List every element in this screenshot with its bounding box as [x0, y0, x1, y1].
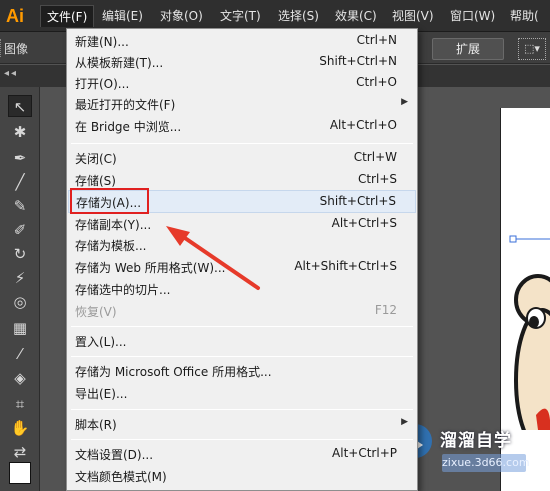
expand-button[interactable]: 扩展 — [432, 38, 504, 60]
artboard-tool-icon[interactable]: ⌗ — [8, 393, 32, 415]
bear-illustration — [509, 235, 550, 430]
eyedropper-icon[interactable]: ⁄ — [8, 343, 32, 365]
menu-object[interactable]: 对象(O) — [154, 5, 209, 27]
highlight-box — [70, 188, 149, 214]
blob-brush-icon[interactable]: ✐ — [8, 219, 32, 241]
warp-tool-icon[interactable]: ⚡ — [8, 267, 32, 289]
menu-separator — [71, 356, 413, 357]
menu-separator — [71, 439, 413, 440]
menu-item-scripts[interactable]: 脚本(R) ▶ — [68, 413, 416, 436]
watermark-url: zixue.3d66.com — [442, 454, 530, 472]
tools-panel: ↖ ✱ ✒ ╱ ✎ ✐ ↻ ⚡ ◎ ▦ ⁄ ◈ ⌗ ✋ ⇄ — [0, 87, 40, 491]
menu-type[interactable]: 文字(T) — [214, 5, 267, 27]
swap-colors-icon[interactable]: ⇄ — [8, 441, 32, 463]
watermark-title: 溜溜自学 — [440, 431, 512, 451]
collapse-arrows-icon[interactable]: ◂◂ — [4, 68, 18, 79]
menu-item-browse-bridge[interactable]: 在 Bridge 中浏览... Alt+Ctrl+O — [68, 115, 416, 138]
menu-item-save-template[interactable]: 存储为模板... — [68, 234, 416, 257]
brush-tool-icon[interactable]: ✎ — [8, 195, 32, 217]
menu-item-open[interactable]: 打开(O)... Ctrl+O — [68, 72, 416, 95]
menu-item-revert[interactable]: 恢复(V) F12 — [68, 300, 416, 323]
menu-item-document-setup[interactable]: 文档设置(D)... Alt+Ctrl+P — [68, 443, 416, 466]
menu-separator — [71, 409, 413, 410]
menu-item-new-from-template[interactable]: 从模板新建(T)... Shift+Ctrl+N — [68, 51, 416, 74]
menu-item-place[interactable]: 置入(L)... — [68, 330, 416, 353]
menu-item-new[interactable]: 新建(N)... Ctrl+N — [68, 30, 416, 53]
hand-tool-icon[interactable]: ✋ — [8, 417, 32, 439]
shape-builder-icon[interactable]: ◎ — [8, 291, 32, 313]
control-bar-label: 图像 — [4, 42, 29, 56]
menu-window[interactable]: 窗口(W) — [444, 5, 501, 27]
selection-tool-icon[interactable]: ↖ — [8, 95, 32, 117]
app-logo: Ai — [6, 6, 24, 26]
watermark: 溜溜自学 zixue.3d66.com — [398, 420, 538, 480]
menu-edit[interactable]: 编辑(E) — [96, 5, 149, 27]
menu-item-close[interactable]: 关闭(C) Ctrl+W — [68, 147, 416, 170]
menu-item-save-copy[interactable]: 存储副本(Y)... Alt+Ctrl+S — [68, 213, 416, 236]
menu-view[interactable]: 视图(V) — [386, 5, 440, 27]
menu-separator — [71, 143, 413, 144]
pen-tool-icon[interactable]: ✒ — [8, 147, 32, 169]
transform-icon[interactable]: ⬚▾ — [518, 38, 546, 60]
menu-separator — [71, 326, 413, 327]
line-tool-icon[interactable]: ╱ — [8, 171, 32, 193]
menu-select[interactable]: 选择(S) — [272, 5, 325, 27]
menu-item-document-color-mode[interactable]: 文档颜色模式(M) — [68, 465, 416, 488]
submenu-arrow-icon: ▶ — [401, 97, 408, 107]
menu-item-export[interactable]: 导出(E)... — [68, 382, 416, 405]
magic-wand-icon[interactable]: ✱ — [8, 121, 32, 143]
menu-effect[interactable]: 效果(C) — [329, 5, 383, 27]
panel-grip[interactable] — [0, 39, 3, 57]
mesh-tool-icon[interactable]: ▦ — [8, 317, 32, 339]
menu-item-save-slices[interactable]: 存储选中的切片... — [68, 278, 416, 301]
symbol-sprayer-icon[interactable]: ◈ — [8, 367, 32, 389]
rotate-tool-icon[interactable]: ↻ — [8, 243, 32, 265]
file-menu-dropdown: 新建(N)... Ctrl+N 从模板新建(T)... Shift+Ctrl+N… — [66, 28, 418, 491]
menu-file[interactable]: 文件(F) — [40, 5, 95, 27]
menu-help[interactable]: 帮助( — [504, 5, 545, 27]
submenu-arrow-icon: ▶ — [401, 417, 408, 427]
menu-item-save-ms-office[interactable]: 存储为 Microsoft Office 所用格式... — [68, 360, 416, 383]
menu-item-save-for-web[interactable]: 存储为 Web 所用格式(W)... Alt+Shift+Ctrl+S — [68, 256, 416, 279]
menu-item-recent-files[interactable]: 最近打开的文件(F) ▶ — [68, 93, 416, 116]
fill-swatch[interactable] — [9, 462, 31, 484]
